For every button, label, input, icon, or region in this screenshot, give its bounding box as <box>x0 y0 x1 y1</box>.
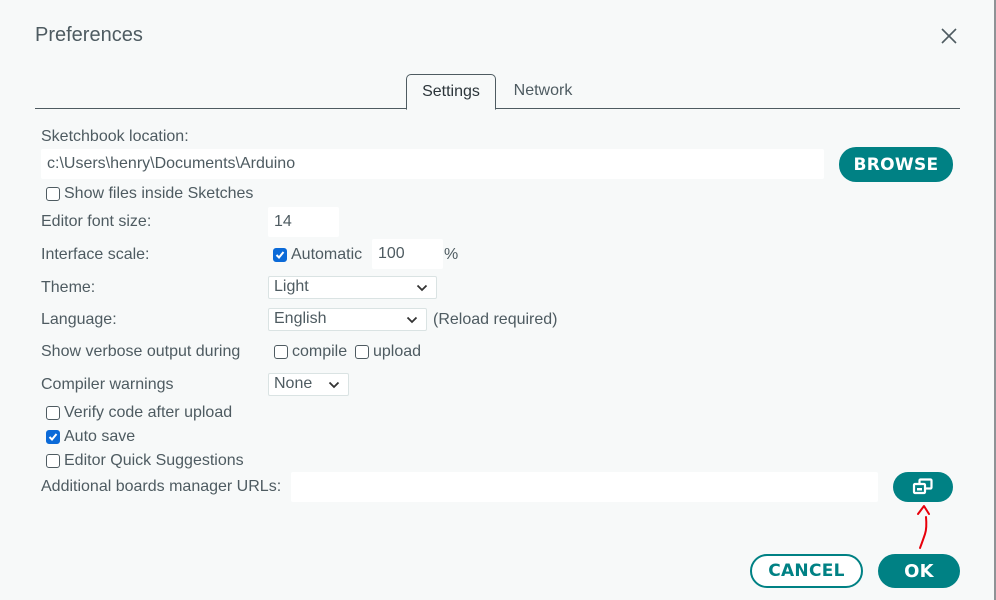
verbose-compile-checkbox-row[interactable]: compile <box>274 343 347 361</box>
close-icon <box>941 28 957 44</box>
verbose-output-label: Show verbose output during <box>41 343 241 360</box>
preferences-dialog: Preferences Settings Network Sketchbook … <box>0 0 996 600</box>
additional-urls-label: Additional boards manager URLs: <box>41 478 282 495</box>
reload-required-note: (Reload required) <box>433 311 558 328</box>
editor-font-size-input[interactable] <box>268 207 339 237</box>
verify-after-upload-checkbox-row[interactable]: Verify code after upload <box>46 404 232 422</box>
checkmark-icon <box>48 433 58 441</box>
interface-scale-unit: % <box>444 246 459 263</box>
quick-suggestions-checkbox[interactable] <box>46 454 60 468</box>
automatic-scale-checkbox[interactable] <box>273 248 287 262</box>
editor-font-size-label: Editor font size: <box>41 213 152 230</box>
quick-suggestions-checkbox-row[interactable]: Editor Quick Suggestions <box>46 452 244 470</box>
interface-scale-label: Interface scale: <box>41 246 150 263</box>
tab-bar: Settings Network <box>35 74 960 110</box>
chevron-down-icon <box>406 315 418 325</box>
cancel-button[interactable]: CANCEL <box>750 554 863 588</box>
show-files-checkbox-row[interactable]: Show files inside Sketches <box>46 185 253 203</box>
verbose-compile-label: compile <box>292 343 348 360</box>
theme-select[interactable]: Light <box>268 276 437 299</box>
window-restore-icon <box>912 478 933 495</box>
automatic-scale-label: Automatic <box>291 246 363 263</box>
checkmark-icon <box>275 251 285 259</box>
chevron-down-icon <box>416 283 428 293</box>
sketchbook-location-label: Sketchbook location: <box>41 128 189 145</box>
show-files-checkbox[interactable] <box>46 187 60 201</box>
annotation-arrow-icon <box>917 505 930 549</box>
verify-after-upload-checkbox[interactable] <box>46 406 60 420</box>
verbose-upload-label: upload <box>373 343 422 360</box>
auto-save-checkbox-row[interactable]: Auto save <box>46 428 135 446</box>
theme-selected-value: Light <box>274 278 309 295</box>
quick-suggestions-label: Editor Quick Suggestions <box>64 452 244 469</box>
sketchbook-location-input[interactable] <box>41 149 824 179</box>
tab-network[interactable]: Network <box>503 74 583 109</box>
verbose-compile-checkbox[interactable] <box>274 345 288 359</box>
auto-save-label: Auto save <box>64 428 136 445</box>
verbose-upload-checkbox-row[interactable]: upload <box>355 343 421 361</box>
tab-settings[interactable]: Settings <box>406 74 496 110</box>
language-label: Language: <box>41 311 117 328</box>
dialog-title: Preferences <box>35 24 143 46</box>
open-urls-editor-button[interactable] <box>893 472 953 502</box>
compiler-warnings-label: Compiler warnings <box>41 376 174 393</box>
show-files-label: Show files inside Sketches <box>64 185 254 202</box>
language-select[interactable]: English <box>268 308 427 331</box>
auto-save-checkbox[interactable] <box>46 430 60 444</box>
browse-button[interactable]: BROWSE <box>839 147 953 182</box>
chevron-down-icon <box>328 380 340 390</box>
theme-label: Theme: <box>41 279 96 296</box>
automatic-scale-checkbox-row[interactable]: Automatic <box>273 246 362 264</box>
language-selected-value: English <box>274 310 327 327</box>
close-button[interactable] <box>938 25 960 47</box>
additional-urls-input[interactable] <box>291 472 878 502</box>
compiler-warnings-selected-value: None <box>274 375 313 392</box>
interface-scale-input[interactable] <box>372 239 443 269</box>
ok-button[interactable]: OK <box>878 554 960 588</box>
verbose-upload-checkbox[interactable] <box>355 345 369 359</box>
verify-after-upload-label: Verify code after upload <box>64 404 233 421</box>
compiler-warnings-select[interactable]: None <box>268 373 349 396</box>
